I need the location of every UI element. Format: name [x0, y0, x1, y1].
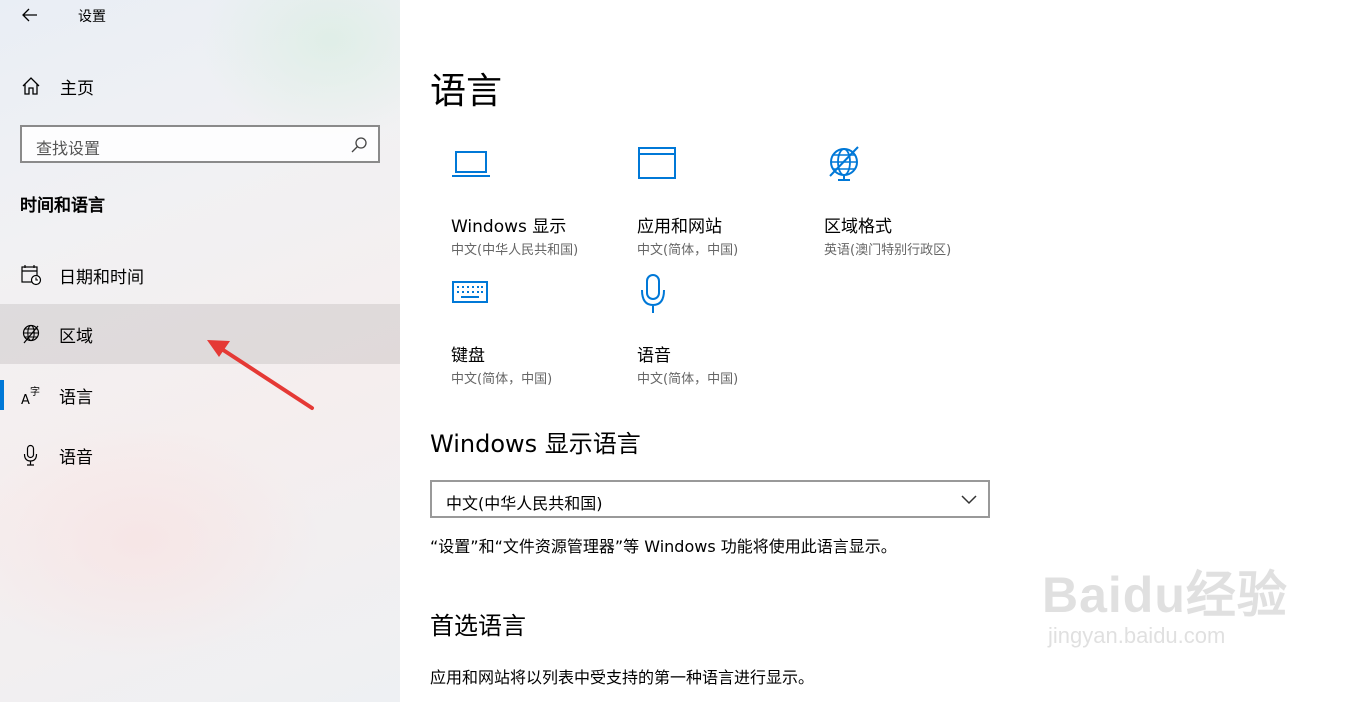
nav-home-label: 主页 [60, 79, 94, 99]
sidebar: 设置 主页 查找设置 时间和语言 日期和时间 区域 A 字 语言 语音 [0, 0, 400, 702]
microphone-icon [23, 444, 38, 466]
tile-name: 应用和网站 [637, 217, 722, 237]
globe-region-icon [22, 324, 40, 344]
sidebar-item-language[interactable]: A 字 语言 [0, 365, 400, 425]
tile-sub: 中文(中华人民共和国) [451, 243, 579, 258]
tile-sub: 英语(澳门特别行政区) [824, 243, 952, 258]
tile-sub: 中文(简体，中国) [451, 372, 553, 387]
tile-keyboard[interactable]: 键盘 中文(简体，中国) [451, 271, 631, 391]
settings-window: 设置 主页 查找设置 时间和语言 日期和时间 区域 A 字 语言 语音 语言 W… [0, 0, 1369, 702]
search-icon[interactable] [350, 136, 368, 154]
display-language-heading: Windows 显示语言 [430, 430, 641, 458]
sidebar-item-speech[interactable]: 语音 [0, 425, 400, 485]
tile-regional-format[interactable]: 区域格式 英语(澳门特别行政区) [824, 142, 1004, 262]
tile-sub: 中文(简体，中国) [637, 243, 739, 258]
home-icon [22, 77, 40, 95]
sidebar-item-label: 区域 [59, 327, 93, 347]
app-title: 设置 [78, 9, 106, 25]
dropdown-value: 中文(中华人民共和国) [446, 494, 603, 513]
svg-text:A: A [21, 393, 30, 406]
chevron-down-icon [961, 495, 977, 505]
back-button[interactable] [16, 2, 44, 28]
sidebar-item-region[interactable]: 区域 [0, 304, 400, 364]
sidebar-item-label: 日期和时间 [59, 268, 144, 288]
page-title: 语言 [430, 71, 503, 112]
tile-windows-display[interactable]: Windows 显示 中文(中华人民共和国) [451, 142, 631, 262]
tile-name: 语音 [637, 346, 671, 366]
baidu-watermark: Baidu经验 jingyan.baidu.com [1042, 555, 1288, 649]
nav-home[interactable]: 主页 [0, 62, 400, 110]
microphone-icon [641, 274, 665, 313]
back-arrow-icon [22, 8, 37, 22]
sidebar-item-label: 语言 [59, 388, 93, 408]
preferred-languages-heading: 首选语言 [430, 612, 526, 640]
tile-name: 键盘 [451, 346, 485, 366]
search-placeholder: 查找设置 [36, 139, 101, 158]
tile-speech[interactable]: 语音 中文(简体，中国) [637, 271, 817, 391]
search-input[interactable]: 查找设置 [20, 125, 380, 163]
calendar-clock-icon [21, 265, 42, 286]
preferred-languages-description: 应用和网站将以列表中受支持的第一种语言进行显示。 [430, 668, 815, 687]
tile-name: Windows 显示 [451, 217, 567, 237]
title-bar: 设置 [0, 0, 400, 32]
sidebar-item-date-time[interactable]: 日期和时间 [0, 245, 400, 305]
window-icon [638, 147, 676, 179]
display-language-description: “设置”和“文件资源管理器”等 Windows 功能将使用此语言显示。 [430, 537, 897, 556]
tile-apps-websites[interactable]: 应用和网站 中文(简体，中国) [637, 142, 817, 262]
tile-sub: 中文(简体，中国) [637, 372, 739, 387]
display-language-dropdown[interactable]: 中文(中华人民共和国) [430, 480, 990, 518]
monitor-icon [452, 151, 490, 177]
section-heading: 时间和语言 [20, 196, 105, 216]
sidebar-item-label: 语音 [59, 448, 93, 468]
svg-text:字: 字 [30, 385, 40, 398]
language-icon: A 字 [21, 385, 40, 406]
selected-indicator [0, 380, 4, 410]
watermark-brand: Baidu经验 [1042, 567, 1288, 623]
tile-name: 区域格式 [824, 217, 892, 237]
keyboard-icon [452, 281, 488, 303]
globe-icon [829, 146, 859, 181]
